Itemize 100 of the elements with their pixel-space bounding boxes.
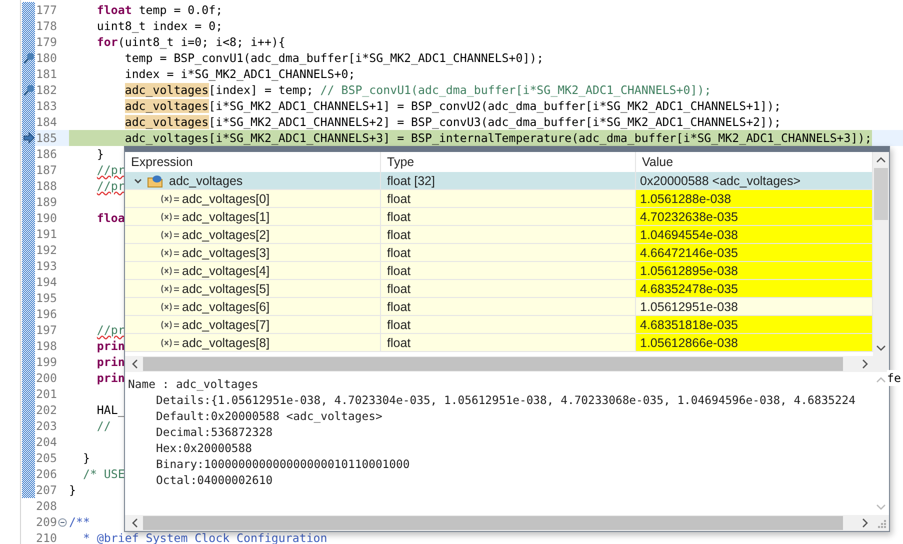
expression-name: adc_voltages[5]: [182, 282, 270, 296]
value-cell: 1.04694554e-038: [636, 226, 873, 243]
code-line: //pr: [96, 178, 125, 194]
line-number: 201: [35, 386, 57, 402]
line-number: 210: [35, 530, 57, 544]
code-line: }: [69, 482, 76, 498]
value-cell: 1.05612866e-038: [636, 334, 873, 351]
line-number: 205: [35, 450, 57, 466]
line-number: 209: [35, 514, 57, 530]
code-line: //pr: [96, 162, 125, 178]
line-number: 207: [35, 482, 57, 498]
detail-line: Details:{1.05612951e-038, 4.7023304e-035, 1.05612951e-038, 4.70233068e-035, 1.04694596e-038, 4.6835224: [155, 392, 856, 408]
variable-icon: [160, 338, 180, 348]
line-number: 177: [35, 2, 57, 18]
value-text: 0x20000588 <adc_voltages>: [640, 174, 801, 188]
variable-icon: [160, 284, 180, 294]
type-text: float: [387, 192, 411, 206]
line-number: 186: [35, 146, 57, 162]
folder-icon: [147, 174, 163, 188]
detail-line: Name : adc_voltages: [128, 376, 260, 392]
type-text: float: [387, 246, 411, 260]
expression-name: adc_voltages: [169, 174, 243, 188]
variable-icon: [160, 248, 180, 258]
scroll-left-icon[interactable]: [131, 359, 139, 369]
code-line: //: [96, 418, 111, 434]
expression-name: adc_voltages[0]: [182, 192, 270, 206]
code-line: for(uint8_t i=0; i<8; i++){: [96, 34, 286, 50]
type-text: float: [387, 228, 411, 242]
expression-name: adc_voltages[6]: [182, 300, 270, 314]
line-number: 196: [35, 306, 57, 322]
value-cell: 4.66472146e-035: [636, 244, 873, 261]
type-text: float [32]: [387, 174, 435, 188]
detail-line: Binary:100000000000000000010110001000: [155, 456, 411, 472]
line-number: 179: [35, 34, 57, 50]
expression-name: adc_voltages[8]: [182, 336, 270, 350]
line-number: 200: [35, 370, 57, 386]
scrollbar-thumb[interactable]: [143, 357, 843, 371]
detail-line: Default:0x20000588 <adc_voltages>: [155, 408, 384, 424]
code-line: floa: [96, 210, 125, 226]
detail-line: Hex:0x20000588: [155, 440, 254, 456]
variable-icon: [160, 194, 180, 204]
type-text: float: [387, 336, 411, 350]
code-line: /**: [69, 514, 90, 530]
line-number: 199: [35, 354, 57, 370]
detail-line: Decimal:536872328: [155, 424, 274, 440]
type-text: float: [387, 210, 411, 224]
line-number: 178: [35, 18, 57, 34]
code-line: index = i*SG_MK2_ADC1_CHANNELS+0;: [124, 66, 356, 82]
scroll-right-icon[interactable]: [861, 359, 869, 369]
line-number: 206: [35, 466, 57, 482]
scroll-down-icon: [876, 503, 886, 511]
code-line: }: [96, 146, 104, 162]
line-number: 187: [35, 162, 57, 178]
scrollbar-thumb[interactable]: [874, 168, 888, 220]
expression-name: adc_voltages[4]: [182, 264, 270, 278]
line-number: 204: [35, 434, 57, 450]
type-text: float: [387, 264, 411, 278]
type-text: float: [387, 282, 411, 296]
value-cell: 4.70232638e-035: [636, 208, 873, 225]
expression-name: adc_voltages[3]: [182, 246, 270, 260]
scroll-up-icon[interactable]: [876, 156, 886, 164]
code-line: adc_voltages[i*SG_MK2_ADC1_CHANNELS+2] = BSP_convU3(adc_dma_buffer[i*SG_MK2_ADC1_CHANNELS+2]);: [124, 114, 781, 130]
line-number: 198: [35, 338, 57, 354]
variable-icon: [160, 320, 180, 330]
line-number: 190: [35, 210, 57, 226]
code-line: adc_voltages[i*SG_MK2_ADC1_CHANNELS+1] = BSP_convU2(adc_dma_buffer[i*SG_MK2_ADC1_CHANNELS+1]);: [124, 98, 781, 114]
line-number: 183: [35, 98, 57, 114]
code-line: temp = BSP_convU1(adc_dma_buffer[i*SG_MK2_ADC1_CHANNELS+0]);: [124, 50, 544, 66]
line-number: 195: [35, 290, 57, 306]
collapse-icon[interactable]: [58, 518, 66, 526]
code-line: }: [82, 450, 90, 466]
value-cell: 1.0561288e-038: [636, 190, 873, 207]
code-line: HAL_: [96, 402, 125, 418]
variable-icon: [160, 212, 180, 222]
code-line: prin: [96, 370, 125, 386]
line-number: 194: [35, 274, 57, 290]
line-number: 191: [35, 226, 57, 242]
line-number: 185: [35, 130, 57, 146]
value-cell: 4.68351818e-035: [636, 316, 873, 333]
resize-grip-icon[interactable]: [878, 520, 887, 529]
detail-line: Octal:04000002610: [155, 472, 274, 488]
expression-name: adc_voltages[1]: [182, 210, 270, 224]
line-number: 202: [35, 402, 57, 418]
line-number: 184: [35, 114, 57, 130]
line-number: 180: [35, 50, 57, 66]
line-number: 197: [35, 322, 57, 338]
variable-icon: [160, 302, 180, 312]
scroll-right-icon[interactable]: [861, 518, 869, 528]
line-number: 189: [35, 194, 57, 210]
code-line: prin: [96, 354, 125, 370]
type-text: float: [387, 300, 411, 314]
scroll-left-icon[interactable]: [131, 518, 139, 528]
code-line: adc_voltages[index] = temp; // BSP_convU1(adc_dma_buffer[i*SG_MK2_ADC1_CHANNELS+0]);: [124, 82, 712, 98]
line-number: 188: [35, 178, 57, 194]
scrollbar-thumb[interactable]: [143, 516, 843, 530]
variable-icon: [160, 266, 180, 276]
scroll-down-icon[interactable]: [876, 344, 886, 352]
code-line: //pr: [96, 322, 125, 338]
code-line: /* USE: [82, 466, 125, 482]
line-number: 192: [35, 242, 57, 258]
